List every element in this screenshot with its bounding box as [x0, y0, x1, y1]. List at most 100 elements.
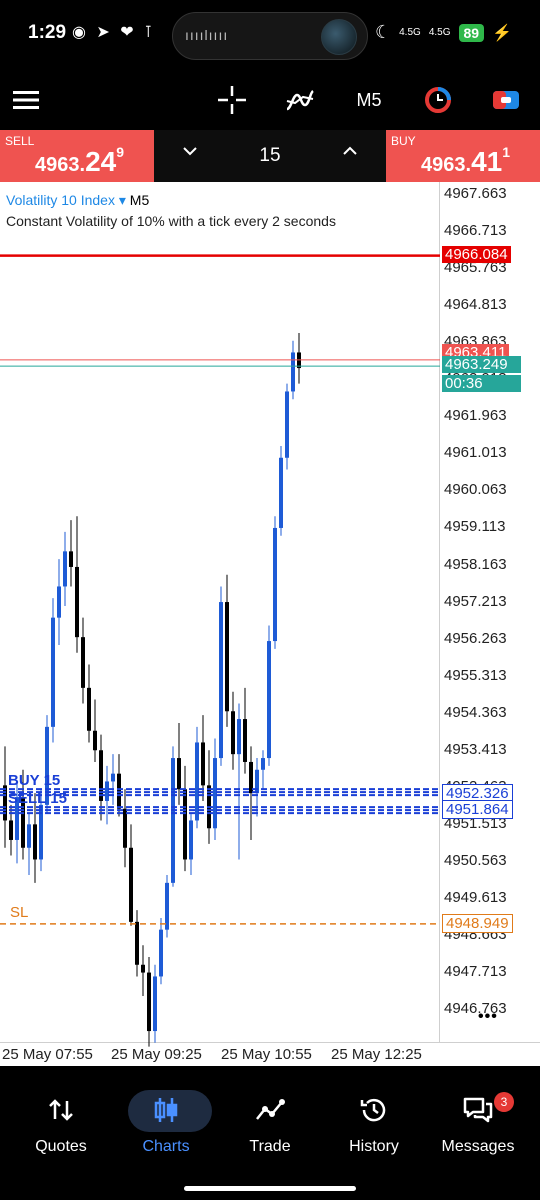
- candle-body: [81, 637, 85, 688]
- candle: [183, 765, 187, 872]
- home-indicator: [184, 1186, 356, 1191]
- price-axis-label: 4961.013: [444, 444, 507, 462]
- alert-price-tag: 4966.084: [442, 245, 511, 263]
- buy-price: 4963.411: [421, 144, 511, 178]
- chart-toolbar: M5: [0, 70, 540, 130]
- menu-button[interactable]: [8, 78, 44, 122]
- nav-trade-label: Trade: [249, 1138, 291, 1155]
- candle-body: [213, 758, 217, 829]
- candle: [171, 746, 175, 887]
- candle: [153, 964, 157, 1043]
- lot-increase-button[interactable]: [342, 144, 358, 162]
- buy-line-label: BUY 15: [8, 772, 61, 790]
- candle: [225, 574, 229, 727]
- candle: [123, 789, 127, 868]
- price-axis-label: 4955.313: [444, 666, 507, 684]
- price-axis-label: 4954.363: [444, 703, 507, 721]
- symbol-description: Constant Volatility of 10% with a tick e…: [6, 213, 336, 229]
- messages-icon: [424, 1088, 532, 1132]
- candle: [189, 812, 193, 876]
- timeframe-button[interactable]: M5: [348, 78, 390, 122]
- nav-messages-label: Messages: [441, 1138, 515, 1155]
- crosshair-icon: [218, 86, 246, 114]
- symbol-name: Volatility 10 Index: [6, 192, 115, 208]
- candle-body: [285, 391, 289, 458]
- candle: [285, 383, 289, 470]
- nav-history[interactable]: History: [320, 1088, 428, 1156]
- candle: [141, 945, 145, 996]
- buy-button[interactable]: BUY 4963.411: [386, 130, 540, 182]
- buy-price-sup: 1: [502, 144, 511, 160]
- dynamic-island: ıııılıııı: [172, 12, 368, 60]
- sell-label: SELL: [5, 134, 35, 148]
- battery-icon: 89: [458, 23, 485, 42]
- price-axis-label: 4950.563: [444, 851, 507, 869]
- objects-button[interactable]: [420, 78, 456, 122]
- audio-wave-icon: ıııılıııı: [185, 27, 229, 43]
- nav-trade[interactable]: Trade: [216, 1088, 324, 1156]
- candle-body: [123, 808, 127, 848]
- more-icon[interactable]: •••: [478, 1008, 498, 1026]
- price-axis-label: 4947.713: [444, 963, 507, 981]
- candle: [291, 340, 295, 400]
- symbol-dropdown-icon: ▾: [114, 192, 130, 208]
- nav-quotes-label: Quotes: [35, 1138, 87, 1155]
- candle-body: [153, 976, 157, 1032]
- candle-body: [273, 527, 277, 642]
- candle: [207, 750, 211, 844]
- candle: [237, 703, 241, 860]
- one-click-trade-button[interactable]: [488, 78, 524, 122]
- candle: [69, 520, 73, 587]
- stop-loss-tag: 4948.949: [442, 913, 513, 933]
- price-axis-label: 4961.963: [444, 407, 507, 425]
- sell-price: 4963.249: [35, 144, 124, 178]
- status-time: 1:29: [28, 22, 67, 43]
- time-axis-label: 25 May 07:55: [2, 1046, 93, 1063]
- price-chart[interactable]: Volatility 10 Index ▾ M5 Constant Volati…: [0, 182, 540, 1066]
- candle-body: [75, 566, 79, 638]
- candle: [147, 956, 151, 1047]
- sell-price-big: 24: [85, 146, 117, 177]
- candle: [129, 824, 133, 926]
- nav-quotes[interactable]: Quotes: [7, 1088, 115, 1156]
- sell-line-label: SELL 15: [8, 790, 67, 808]
- price-axis-label: 4964.813: [444, 296, 507, 314]
- chevron-up-icon: [343, 146, 357, 155]
- buy-label: BUY: [391, 134, 416, 148]
- sell-button[interactable]: SELL 4963.249: [0, 130, 154, 182]
- candle-countdown: 00:36: [442, 375, 521, 393]
- sell-price-int: 4963.: [35, 154, 86, 176]
- crosshair-button[interactable]: [214, 78, 250, 122]
- messages-badge: 3: [494, 1092, 514, 1112]
- candle: [219, 586, 223, 766]
- candle-body: [243, 719, 247, 762]
- candle-body: [171, 758, 175, 883]
- candle: [231, 691, 235, 770]
- app-root: 1:29 ◉ ➤ ❤ ⊺ ıııılıııı ☾ 4.5G 4.5G 89 ⚡: [0, 0, 540, 1200]
- nav-charts[interactable]: Charts: [112, 1088, 220, 1156]
- candle: [3, 746, 7, 848]
- clock-objects-icon: [425, 87, 451, 113]
- candle: [87, 664, 91, 743]
- candle: [63, 531, 67, 606]
- candle-body: [27, 824, 31, 848]
- nav-messages[interactable]: 3 Messages: [424, 1088, 532, 1156]
- sell-position-tag: 4951.864: [442, 800, 513, 820]
- candle-body: [231, 711, 235, 755]
- candle-body: [141, 964, 145, 973]
- candle: [159, 917, 163, 985]
- chart-timeframe: M5: [129, 192, 150, 208]
- candle-body: [3, 785, 7, 821]
- candle: [273, 516, 277, 649]
- candle-body: [237, 719, 241, 755]
- network-icon: 4.5G: [399, 26, 421, 38]
- indicator-icon: [286, 89, 314, 111]
- charts-icon: [112, 1088, 220, 1132]
- chart-title[interactable]: Volatility 10 Index ▾ M5: [6, 192, 149, 209]
- time-axis-label: 25 May 09:25: [111, 1046, 202, 1063]
- candle-body: [63, 551, 67, 587]
- candle: [27, 812, 31, 876]
- indicators-button[interactable]: [282, 78, 318, 122]
- candle-body: [51, 617, 55, 727]
- price-axis-label: 4959.113: [444, 518, 506, 536]
